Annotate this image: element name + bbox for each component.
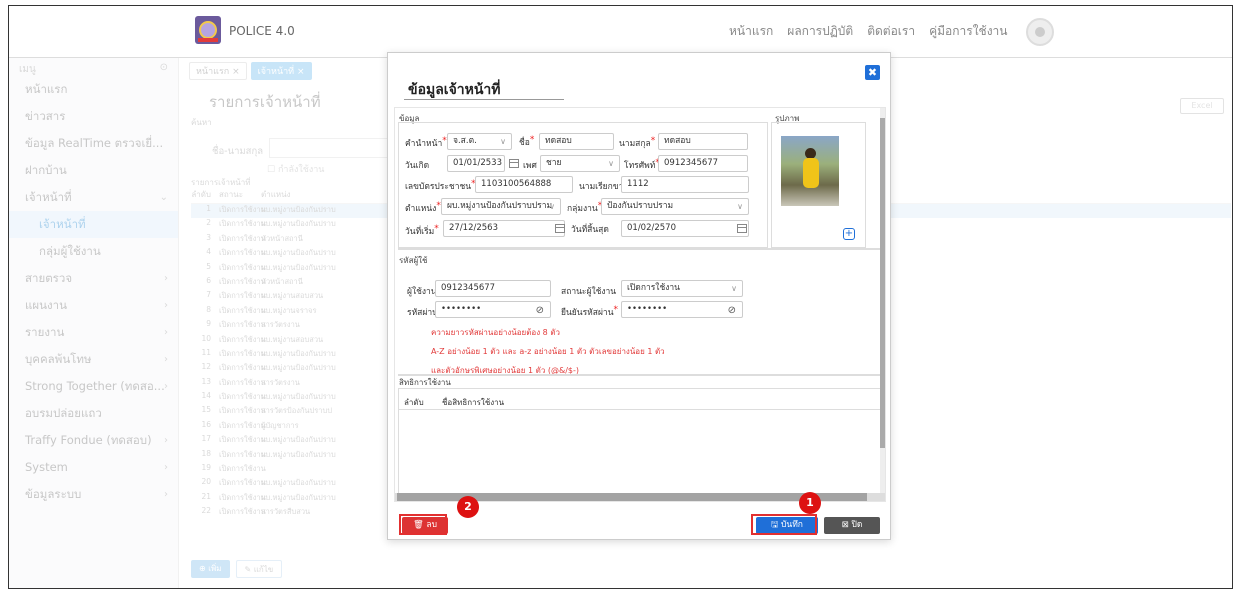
badge-icon [1026, 18, 1054, 46]
upload-photo-icon[interactable]: + [843, 228, 855, 240]
user-status-label: สถานะผู้ใช้งาน [561, 287, 617, 297]
first-name-label: ชื่อ* [519, 135, 535, 148]
eye-off-icon[interactable]: ⊘ [536, 303, 544, 317]
app-title: POLICE 4.0 [229, 24, 295, 38]
dob-label: วันเกิด [405, 161, 430, 171]
nav-contact[interactable]: ติดต่อเรา [867, 22, 915, 41]
end-date-input[interactable]: 01/02/2570 [621, 220, 749, 237]
prefix-label: คำนำหน้า* [405, 136, 447, 149]
profile-photo [781, 136, 839, 206]
eye-off-icon[interactable]: ⊘ [728, 303, 736, 317]
vertical-scrollbar[interactable] [880, 108, 885, 501]
start-date-label: วันที่เริ่ม* [405, 224, 439, 237]
calendar-icon[interactable] [737, 224, 747, 233]
prefix-select[interactable]: จ.ส.ต. [447, 133, 512, 150]
username-input[interactable]: 0912345677 [435, 280, 551, 297]
group-label: กลุ่มงาน* [567, 201, 603, 214]
dob-input[interactable]: 01/01/2533 [447, 155, 505, 172]
nav-results[interactable]: ผลการปฏิบัติ [787, 22, 853, 41]
sex-select[interactable]: ชาย [540, 155, 620, 172]
idcard-input[interactable]: 1103100564888 [475, 176, 573, 193]
highlight-delete [399, 514, 447, 535]
end-date-label: วันที่สิ้นสุด [571, 225, 609, 235]
first-name-input[interactable]: ทดสอบ [539, 133, 614, 150]
position-label: ตำแหน่ง* [405, 201, 441, 214]
nav-home[interactable]: หน้าแรก [729, 22, 773, 41]
start-date-input[interactable]: 27/12/2563 [443, 220, 565, 237]
close-icon[interactable]: ✖ [865, 65, 880, 80]
confirm-password-input[interactable]: •••••••• ⊘ [621, 301, 743, 318]
divider [398, 374, 882, 376]
nav-manual[interactable]: คู่มือการใช้งาน [929, 22, 1007, 41]
dialog-title: ข้อมูลเจ้าหน้าที่ [408, 82, 501, 98]
sex-label: เพศ [523, 161, 537, 171]
password-input[interactable]: •••••••• ⊘ [435, 301, 551, 318]
police-logo-icon [195, 16, 221, 44]
step-marker-1: 1 [799, 492, 821, 514]
rights-table-header: ลำดับ ชื่อสิทธิการใช้งาน [398, 390, 882, 410]
idcard-label: เลขบัตรประชาชน* [405, 179, 476, 192]
password-rule-1: ความยาวรหัสผ่านอย่างน้อยต้อง 8 ตัว [431, 328, 561, 337]
user-status-select[interactable]: เปิดการใช้งาน [621, 280, 743, 297]
last-name-label: นามสกุล* [619, 136, 656, 149]
scroll-thumb[interactable] [880, 118, 885, 448]
step-marker-2: 2 [457, 496, 479, 518]
dialog-body: ข้อมูล รูปภาพ คำนำหน้า* จ.ส.ต. ชื่อ* ทดส… [394, 107, 886, 502]
top-nav: หน้าแรก ผลการปฏิบัติ ติดต่อเรา คู่มือการ… [729, 22, 1008, 41]
highlight-save [751, 514, 817, 535]
position-select[interactable]: ผบ.หมู่งานป้องกันปราบปราม [441, 198, 561, 215]
rights-col-index: ลำดับ [404, 398, 424, 407]
phone-label: โทรศัพท์* [624, 158, 660, 171]
calendar-icon[interactable] [555, 224, 565, 233]
title-divider [404, 99, 564, 100]
password-rule-2: A-Z อย่างน้อย 1 ตัว และ a-z อย่างน้อย 1 … [431, 347, 665, 356]
person-body-icon [803, 158, 819, 188]
top-bar: POLICE 4.0 หน้าแรก ผลการปฏิบัติ ติดต่อเร… [9, 6, 1232, 58]
rights-col-name: ชื่อสิทธิการใช้งาน [442, 398, 505, 407]
confirm-password-label: ยืนยันรหัสผ่าน* [561, 305, 619, 318]
last-name-input[interactable]: ทดสอบ [658, 133, 748, 150]
group-select[interactable]: ป้องกันปราบปราม [601, 198, 749, 215]
calendar-icon[interactable] [509, 159, 519, 168]
divider [398, 248, 882, 250]
app-window: POLICE 4.0 หน้าแรก ผลการปฏิบัติ ติดต่อเร… [8, 5, 1233, 589]
staff-info-dialog: ข้อมูลเจ้าหน้าที่ ✖ ข้อมูล รูปภาพ คำนำหน… [387, 52, 891, 540]
callsign-input[interactable]: 1112 [621, 176, 749, 193]
phone-input[interactable]: 0912345677 [658, 155, 748, 172]
section-password-label: รหัสผู้ใช้ [399, 256, 428, 265]
close-button[interactable]: ⊠ ปิด [824, 517, 880, 534]
